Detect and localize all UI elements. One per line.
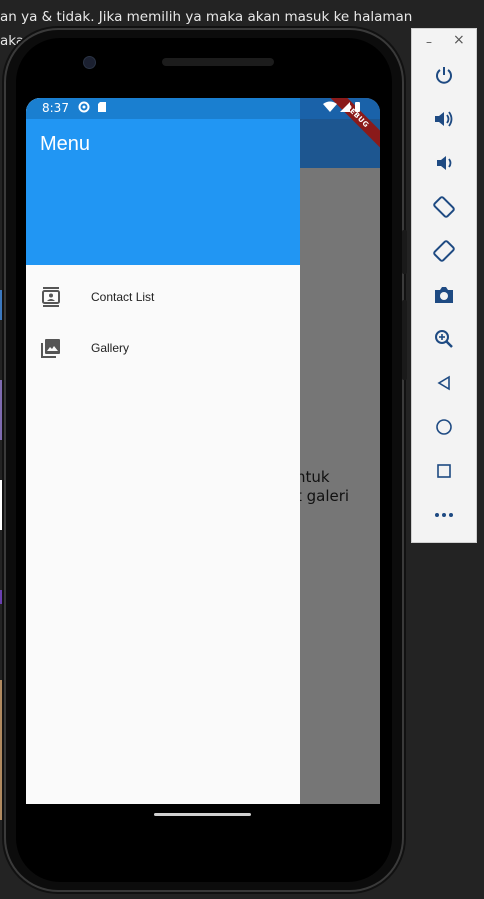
zoom-button[interactable]: [412, 319, 476, 359]
minimize-button[interactable]: –: [426, 35, 432, 49]
zoom-icon: [435, 330, 453, 348]
more-button[interactable]: [412, 495, 476, 535]
screenshot-button[interactable]: [412, 275, 476, 315]
status-right-icons: [322, 100, 362, 117]
navigation-drawer: 8:37 Menu Contact List Gallery: [26, 98, 300, 804]
home-icon: [436, 419, 452, 435]
status-notification-icons: [78, 100, 112, 117]
camera-icon: [435, 287, 453, 303]
back-icon: [437, 375, 450, 391]
power-side-button: [402, 230, 407, 274]
drawer-title: Menu: [40, 133, 91, 155]
volume-side-button: [402, 300, 407, 380]
rotate-right-button[interactable]: [412, 231, 476, 271]
contacts-icon: [42, 287, 60, 307]
device-screen[interactable]: DEBUG ntuk t galeri 8:37 Menu Contact Li…: [26, 98, 380, 804]
drawer-header: Menu: [26, 119, 300, 265]
drawer-item-label: Gallery: [91, 341, 130, 355]
settings-sdcard-icon: [78, 101, 106, 113]
power-icon: [436, 67, 452, 84]
more-icon: [435, 513, 453, 517]
front-camera: [83, 56, 96, 69]
body-text-line2: t galeri: [296, 487, 350, 505]
power-button[interactable]: [412, 55, 476, 95]
rotate-left-icon: [433, 196, 455, 218]
volume-up-button[interactable]: [412, 99, 476, 139]
close-button[interactable]: ×: [453, 32, 465, 48]
status-time: 8:37: [42, 101, 69, 115]
rotate-left-button[interactable]: [412, 187, 476, 227]
photo-album-icon: [41, 339, 60, 358]
volume-up-icon: [435, 111, 453, 127]
drawer-item-label: Contact List: [91, 290, 155, 304]
body-text: ntuk t galeri: [296, 468, 349, 506]
home-button[interactable]: [412, 407, 476, 447]
background-text-line1: an ya & tidak. Jika memilih ya maka akan…: [0, 9, 413, 25]
emulator-toolbar: – ×: [411, 28, 477, 543]
wifi-signal-battery-icon: [323, 101, 360, 112]
home-gesture-bar[interactable]: [154, 813, 251, 816]
drawer-item-gallery[interactable]: Gallery: [26, 323, 300, 373]
body-text-line1: ntuk: [296, 468, 330, 486]
rotate-right-icon: [433, 240, 455, 262]
earpiece-speaker: [162, 58, 274, 66]
volume-down-icon: [437, 156, 452, 170]
drawer-item-contact-list[interactable]: Contact List: [26, 272, 300, 322]
back-button[interactable]: [412, 363, 476, 403]
volume-down-button[interactable]: [412, 143, 476, 183]
overview-button[interactable]: [412, 451, 476, 491]
overview-icon: [437, 464, 451, 478]
